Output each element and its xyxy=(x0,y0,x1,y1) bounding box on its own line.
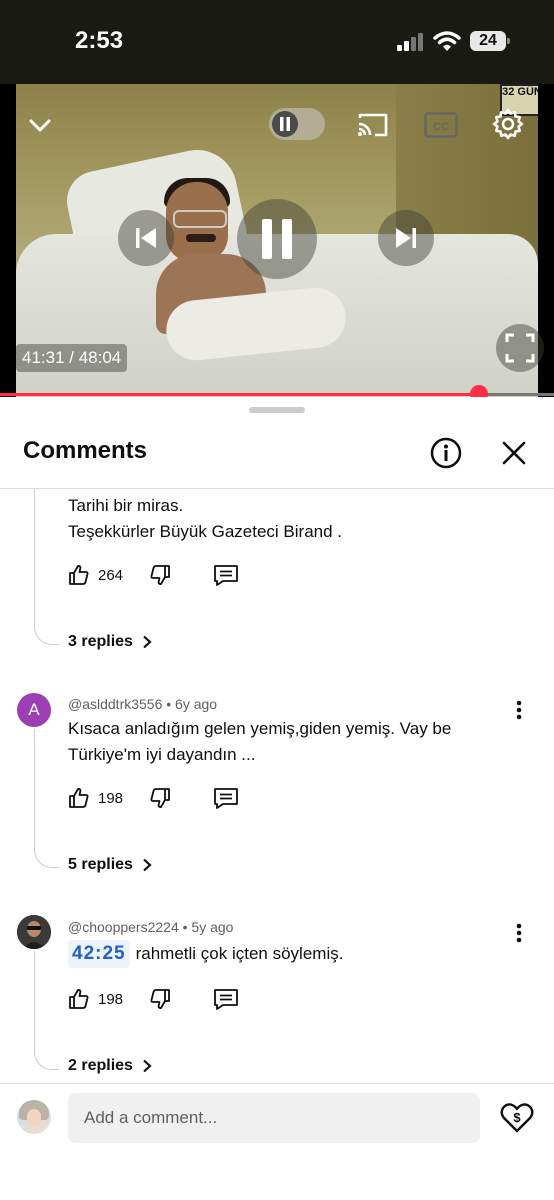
pause-icon xyxy=(262,219,292,259)
progress-fill xyxy=(0,393,479,396)
next-video-button[interactable] xyxy=(378,210,434,266)
thread-connector xyxy=(34,729,59,868)
thread-connector xyxy=(34,489,59,645)
previous-video-button[interactable] xyxy=(118,210,174,266)
progress-bar[interactable] xyxy=(0,385,554,403)
avatar[interactable]: A xyxy=(17,693,51,727)
settings-gear-icon[interactable] xyxy=(490,106,526,142)
avatar[interactable] xyxy=(17,915,51,949)
autoplay-toggle[interactable] xyxy=(269,108,325,140)
info-icon[interactable] xyxy=(430,437,462,469)
view-replies-button[interactable]: 2 replies xyxy=(68,1057,153,1075)
like-count: 198 xyxy=(98,789,124,807)
chevron-right-icon xyxy=(143,1059,152,1073)
comment-text: Kısaca anladığım gelen yemiş,giden yemiş… xyxy=(68,719,452,764)
like-icon[interactable] xyxy=(66,986,92,1012)
add-comment-input[interactable] xyxy=(68,1093,480,1143)
pause-icon xyxy=(272,111,298,137)
like-count: 198 xyxy=(98,990,124,1008)
view-replies-button[interactable]: 5 replies xyxy=(68,856,153,874)
status-bar: 2:53 24 xyxy=(0,0,554,84)
comments-sheet: Comments Tarihi bir miras. Teşekkürler B… xyxy=(0,397,554,1200)
svg-text:CC: CC xyxy=(433,121,449,133)
chevron-right-icon xyxy=(143,858,152,872)
like-count: 264 xyxy=(98,566,124,584)
wifi-icon xyxy=(433,31,461,51)
skip-previous-icon xyxy=(136,228,156,248)
cellular-signal-icon xyxy=(397,33,423,51)
svg-text:$: $ xyxy=(513,1110,521,1125)
comment-actions: 264 xyxy=(66,562,239,588)
comment-meta[interactable]: @aslddtrk3556 • 6y ago xyxy=(68,696,217,712)
dislike-icon[interactable] xyxy=(147,562,173,588)
comment-actions: 198 xyxy=(66,986,239,1012)
comment-text: 42:25 rahmetli çok içten söylemiş. xyxy=(68,940,343,968)
reply-icon[interactable] xyxy=(213,562,239,588)
header-divider xyxy=(0,488,554,489)
more-options-icon[interactable] xyxy=(509,695,529,725)
dislike-icon[interactable] xyxy=(147,986,173,1012)
cast-icon[interactable] xyxy=(356,110,390,140)
captions-icon[interactable]: CC xyxy=(424,112,458,138)
pause-button[interactable] xyxy=(237,199,317,279)
like-icon[interactable] xyxy=(66,562,92,588)
dislike-icon[interactable] xyxy=(147,785,173,811)
reply-icon[interactable] xyxy=(213,785,239,811)
thread-connector xyxy=(34,951,59,1070)
comment-meta[interactable]: @chooppers2224 • 5y ago xyxy=(68,919,233,935)
battery-indicator: 24 xyxy=(470,31,510,51)
composer-divider xyxy=(0,1083,554,1084)
reply-icon[interactable] xyxy=(213,986,239,1012)
user-avatar[interactable] xyxy=(17,1100,51,1134)
view-replies-button[interactable]: 3 replies xyxy=(68,633,153,651)
clock: 2:53 xyxy=(75,27,124,54)
like-icon[interactable] xyxy=(66,785,92,811)
fullscreen-icon[interactable] xyxy=(496,324,544,372)
comment-text: Tarihi bir miras. Teşekkürler Büyük Gaze… xyxy=(68,496,343,541)
comment-actions: 198 xyxy=(66,785,239,811)
playback-timecode: 41:31 / 48:04 xyxy=(16,344,128,372)
chevron-right-icon xyxy=(143,635,152,649)
drag-handle[interactable] xyxy=(249,407,305,413)
video-player[interactable]: 32 GÜN CC 41:31 / 48:04 xyxy=(0,84,554,397)
minimize-chevron-icon[interactable] xyxy=(24,110,56,142)
more-options-icon[interactable] xyxy=(509,918,529,948)
super-thanks-icon[interactable]: $ xyxy=(499,1100,535,1136)
close-icon[interactable] xyxy=(499,438,529,468)
skip-next-icon xyxy=(396,228,416,248)
timestamp-link[interactable]: 42:25 xyxy=(68,940,130,968)
comments-title: Comments xyxy=(23,437,148,464)
